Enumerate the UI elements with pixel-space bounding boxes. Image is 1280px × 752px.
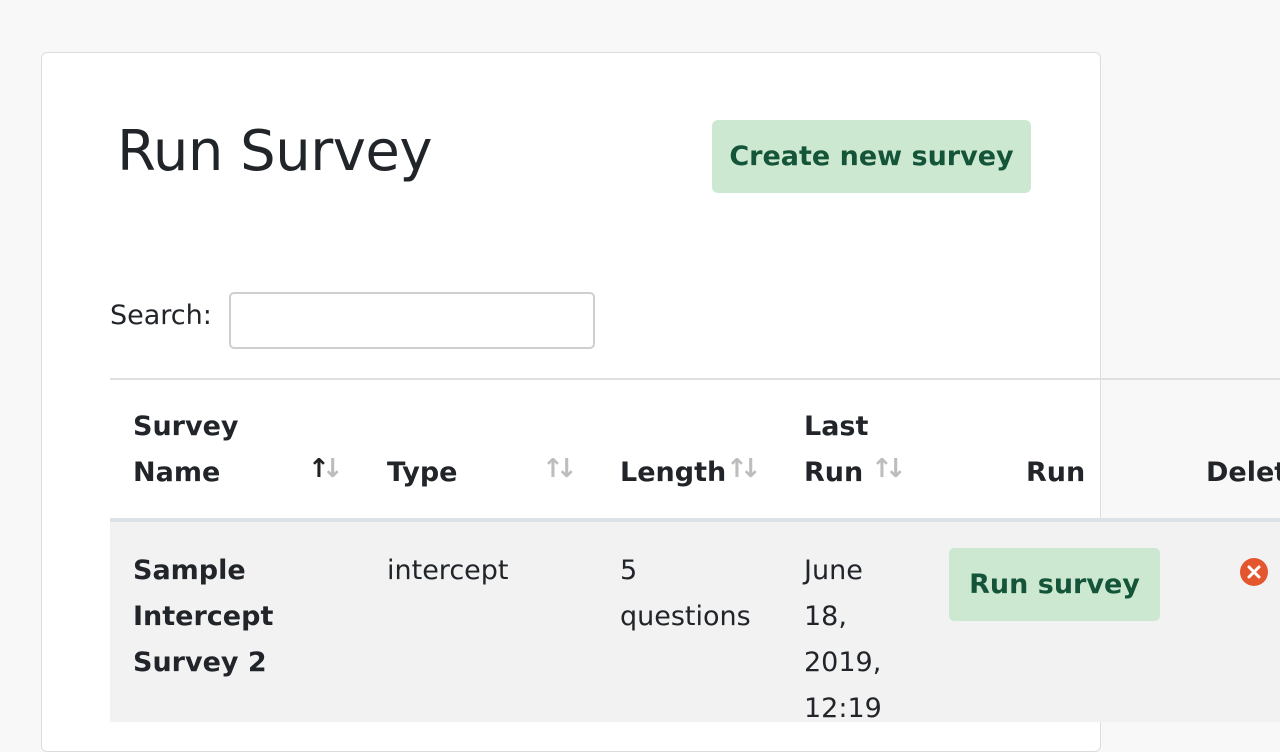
surveys-table: Survey Name ↑↓ Type ↑↓ Length ↑↓ Last Ru…: [110, 378, 1280, 722]
sort-desc-icon: ↓: [739, 454, 762, 484]
cell-last-run-line4: 12:19: [804, 693, 882, 722]
sort-asc-icon: ↑: [308, 454, 330, 484]
sort-asc-icon: ↑: [726, 454, 748, 484]
sort-type-icon[interactable]: ↑↓: [542, 454, 578, 484]
cell-survey-name-line1: Sample: [133, 555, 246, 586]
cell-length: 5 questions: [620, 548, 751, 640]
delete-circle-x-icon[interactable]: [1239, 557, 1269, 587]
sort-last-run-icon[interactable]: ↑↓: [871, 454, 907, 484]
cell-last-run: June 18, 2019, 12:19: [804, 548, 882, 722]
sort-desc-icon: ↓: [321, 454, 344, 484]
create-new-survey-button[interactable]: Create new survey: [712, 120, 1031, 193]
sort-length-icon[interactable]: ↑↓: [726, 454, 762, 484]
column-header-last-run[interactable]: Last Run: [804, 404, 868, 496]
page-title: Run Survey: [117, 119, 432, 184]
cell-last-run-line1: June: [804, 555, 863, 586]
cell-length-line1: 5: [620, 555, 638, 586]
cell-survey-name-line2: Intercept: [133, 601, 274, 632]
column-header-last-run-line1: Last: [804, 411, 869, 442]
column-header-survey-name-line1: Survey: [133, 411, 239, 442]
cell-type: intercept: [387, 555, 509, 586]
column-header-length[interactable]: Length: [620, 450, 726, 496]
search-input[interactable]: [229, 292, 595, 349]
sort-desc-icon: ↓: [884, 454, 907, 484]
run-survey-button[interactable]: Run survey: [949, 548, 1160, 621]
column-header-delete: Delete: [1206, 457, 1280, 488]
column-header-survey-name-line2: Name: [133, 457, 221, 488]
column-header-last-run-line2: Run: [804, 457, 864, 488]
sort-asc-icon: ↑: [542, 454, 564, 484]
sort-desc-icon: ↓: [555, 454, 578, 484]
cell-last-run-line2: 18,: [804, 601, 847, 632]
table-header: Survey Name ↑↓ Type ↑↓ Length ↑↓ Last Ru…: [110, 380, 1280, 524]
cell-last-run-line3: 2019,: [804, 647, 882, 678]
sort-survey-name-icon[interactable]: ↑↓: [308, 454, 344, 484]
table-body: Sample Intercept Survey 2 intercept 5 qu…: [110, 522, 1280, 722]
column-header-survey-name[interactable]: Survey Name: [133, 404, 239, 496]
search-label: Search:: [110, 300, 212, 331]
cell-survey-name: Sample Intercept Survey 2: [133, 548, 273, 686]
column-header-run: Run: [1026, 457, 1086, 488]
cell-survey-name-line3: Survey 2: [133, 647, 267, 678]
sort-asc-icon: ↑: [871, 454, 893, 484]
column-header-type[interactable]: Type: [387, 450, 457, 496]
cell-length-line2: questions: [620, 601, 751, 632]
